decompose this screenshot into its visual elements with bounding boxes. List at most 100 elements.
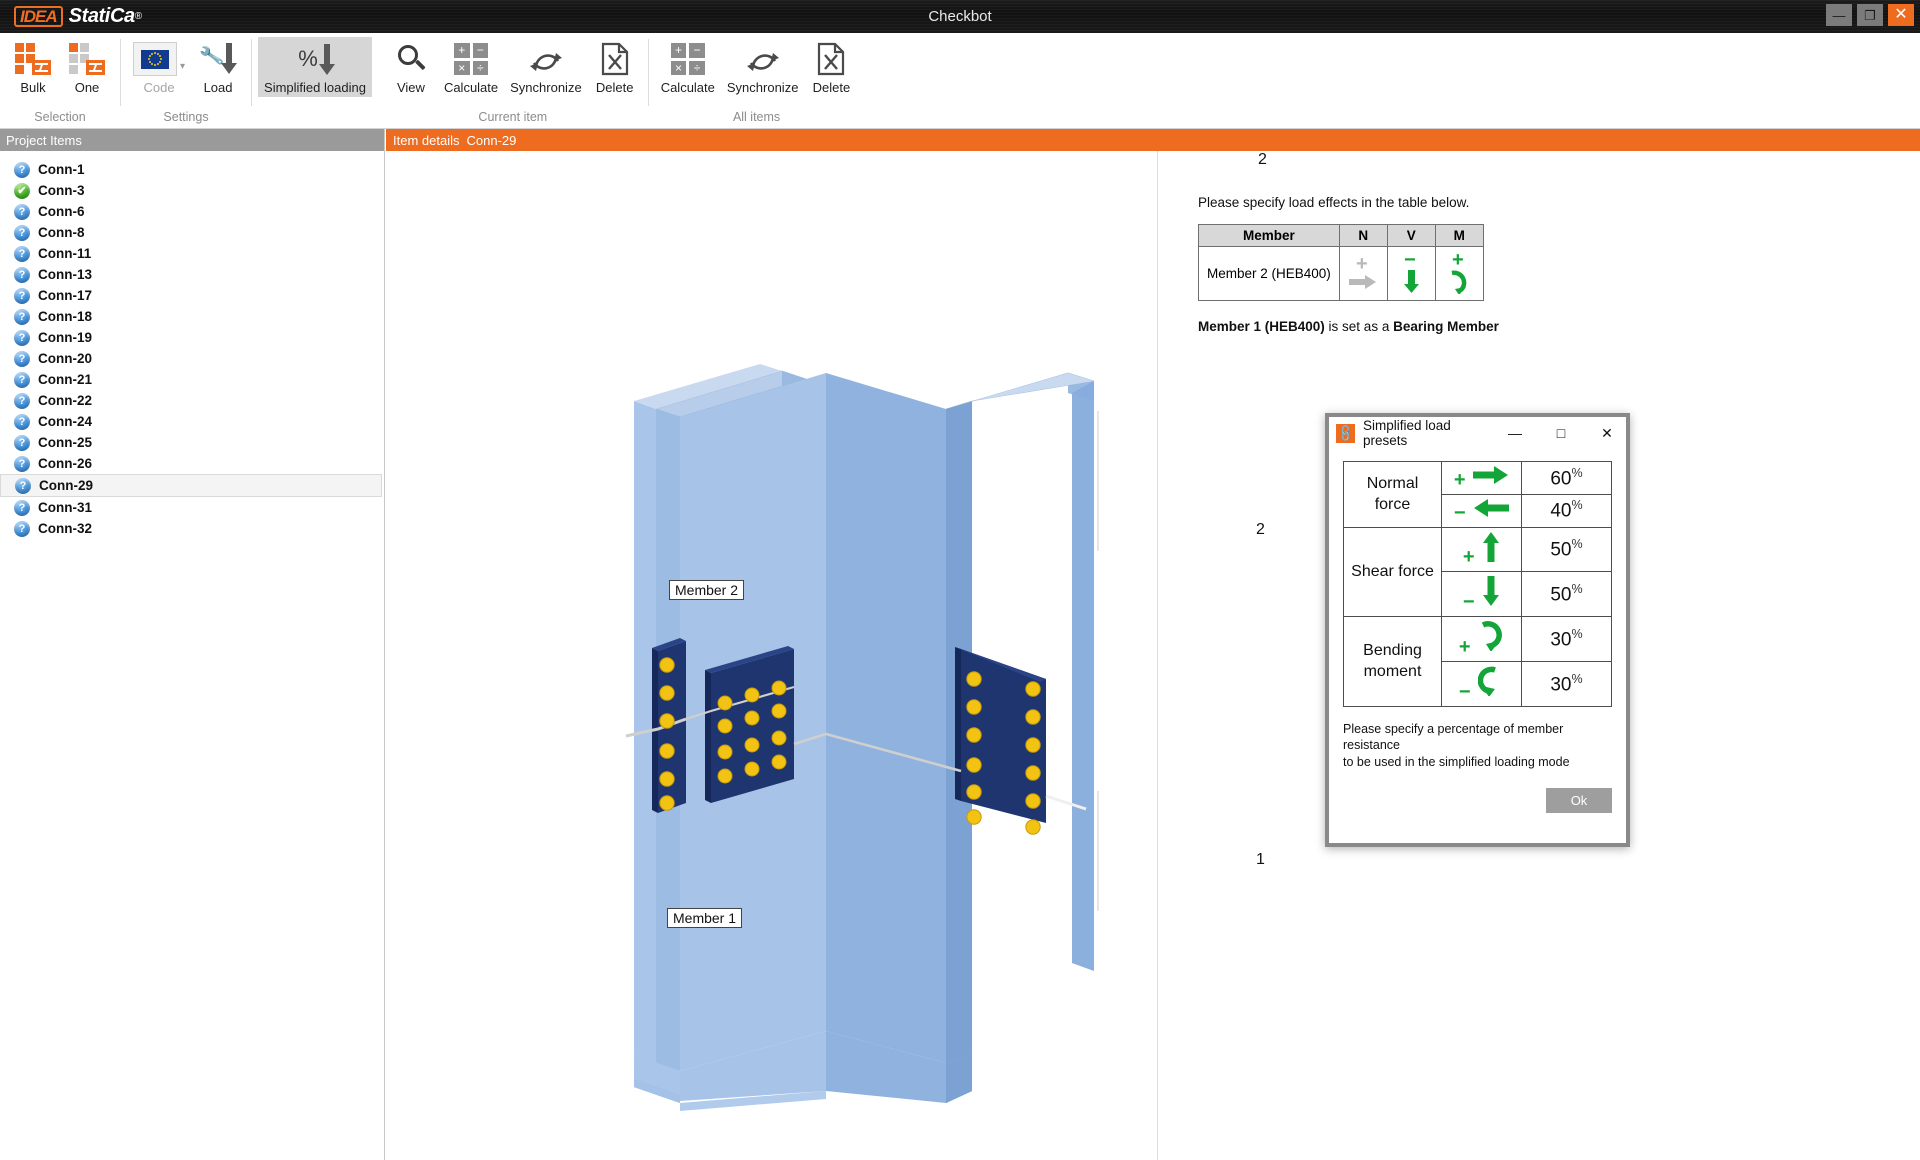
status-unknown-icon: ? [14,225,30,241]
sidebar-item-conn-25[interactable]: ?Conn-25 [0,432,382,453]
v-sign: − [1404,249,1416,271]
synchronize-current-button[interactable]: Synchronize [504,37,588,97]
cell-v[interactable]: − [1387,247,1435,301]
ribbon-toolbar: Bulk One Selection [0,33,1920,129]
preset-icon-normal-plus[interactable]: + [1442,462,1522,495]
sidebar-item-conn-32[interactable]: ?Conn-32 [0,518,382,539]
sidebar-item-conn-19[interactable]: ?Conn-19 [0,327,382,348]
bearing-note-mid: is set as a [1325,319,1393,334]
project-items-tree[interactable]: ?Conn-1✔Conn-3?Conn-6?Conn-8?Conn-11?Con… [0,151,384,539]
bulk-label: Bulk [20,80,45,95]
sidebar-item-conn-18[interactable]: ?Conn-18 [0,306,382,327]
sidebar-item-conn-20[interactable]: ?Conn-20 [0,348,382,369]
percent-unit: % [1572,537,1583,551]
preset-value-moment-minus[interactable]: 30% [1522,661,1612,706]
dialog-minimize-button[interactable]: — [1496,417,1534,449]
view-button[interactable]: View [384,37,438,97]
sidebar-item-conn-3[interactable]: ✔Conn-3 [0,180,382,201]
synchronize-all-label: Synchronize [727,80,799,95]
sidebar-item-conn-17[interactable]: ?Conn-17 [0,285,382,306]
synchronize-current-label: Synchronize [510,80,582,95]
m-sign: + [1452,249,1464,271]
table-row: Member 2 (HEB400) + − [1199,247,1484,301]
preset-value-shear-plus[interactable]: 50% [1522,527,1612,572]
chevron-down-icon[interactable]: ▾ [180,61,185,72]
sidebar-item-conn-22[interactable]: ?Conn-22 [0,390,382,411]
calculate-all-button[interactable]: + − × ÷ Calculate [655,37,721,97]
percent-arrow-icon: % [292,41,338,77]
load-effects-table: Member N V M Member 2 (HEB400) + [1198,224,1484,301]
sidebar-item-conn-29[interactable]: ?Conn-29 [0,474,382,497]
calc-divide: ÷ [473,61,489,76]
sidebar-item-conn-1[interactable]: ?Conn-1 [0,159,382,180]
delete-current-button[interactable]: Delete [588,37,642,97]
dialog-close-button[interactable]: ✕ [1588,417,1626,449]
preset-label-bending-moment: Bending moment [1344,617,1442,707]
arrow-right-icon [1473,466,1509,484]
cell-n[interactable]: + [1339,247,1387,301]
simplified-loading-button[interactable]: % Simplified loading [258,37,372,97]
preset-value-normal-minus[interactable]: 40% [1522,494,1612,527]
load-presets-table: Normal force + 60% − [1343,461,1612,707]
value-text: 30 [1550,629,1571,650]
sidebar-item-conn-26[interactable]: ?Conn-26 [0,453,382,474]
sidebar-item-label: Conn-21 [38,372,92,387]
close-button[interactable]: ✕ [1888,4,1914,26]
calculate-current-button[interactable]: + − × ÷ Calculate [438,37,504,97]
status-unknown-icon: ? [14,204,30,220]
moment-cw-icon [1478,621,1504,651]
sidebar-item-conn-31[interactable]: ?Conn-31 [0,497,382,518]
ribbon-group-settings: ▾ Code 🔧 Load Settings [121,33,251,128]
eu-star [160,58,163,61]
status-unknown-icon: ? [14,267,30,283]
preset-value-normal-plus[interactable]: 60% [1522,462,1612,495]
sidebar-item-label: Conn-29 [39,478,93,493]
ribbon-group-selection: Bulk One Selection [0,33,120,128]
bulk-button[interactable]: Bulk [6,37,60,97]
sign-minus: − [1459,681,1471,703]
dialog-note: Please specify a percentage of member re… [1343,721,1612,772]
dialog-maximize-button[interactable]: □ [1542,417,1580,449]
preset-icon-moment-plus[interactable]: + [1442,617,1522,662]
preset-icon-shear-minus[interactable]: − [1442,572,1522,617]
sidebar-item-conn-11[interactable]: ?Conn-11 [0,243,382,264]
preset-icon-shear-plus[interactable]: + [1442,527,1522,572]
one-button[interactable]: One [60,37,114,97]
eu-star [159,55,162,58]
one-label: One [75,80,100,95]
cell-m[interactable]: + [1435,247,1483,301]
delete-all-button[interactable]: Delete [804,37,858,97]
sidebar-item-conn-13[interactable]: ?Conn-13 [0,264,382,285]
percent-unit: % [1572,582,1583,596]
sidebar-item-conn-8[interactable]: ?Conn-8 [0,222,382,243]
status-unknown-icon: ? [14,330,30,346]
n-sign: + [1356,253,1368,275]
sidebar-item-conn-24[interactable]: ?Conn-24 [0,411,382,432]
ok-button[interactable]: Ok [1546,788,1612,813]
sign-plus: + [1454,469,1466,491]
code-button[interactable]: ▾ Code [127,37,191,97]
load-button[interactable]: 🔧 Load [191,37,245,97]
preset-row-moment-plus: Bending moment + 30% [1344,617,1612,662]
value-text: 30 [1550,674,1571,695]
sidebar-item-conn-21[interactable]: ?Conn-21 [0,369,382,390]
arrow-down-icon [1403,270,1420,294]
preset-icon-normal-minus[interactable]: − [1442,494,1522,527]
sidebar-item-label: Conn-11 [38,246,91,261]
eu-star [149,55,152,58]
col-n: N [1339,225,1387,247]
eu-star [154,64,157,67]
preset-icon-moment-minus[interactable]: − [1442,661,1522,706]
sidebar-item-conn-6[interactable]: ?Conn-6 [0,201,382,222]
calc-plus: + [454,43,470,58]
model-3d-view[interactable]: 2 Member 2 Member 1 2 1 [386,151,1158,1160]
preset-value-moment-plus[interactable]: 30% [1522,617,1612,662]
minimize-button[interactable]: — [1826,4,1852,26]
delete-current-label: Delete [596,80,634,95]
preset-value-shear-minus[interactable]: 50% [1522,572,1612,617]
synchronize-all-button[interactable]: Synchronize [721,37,805,97]
ribbon-group-label-simplified [258,108,372,128]
sign-plus: + [1459,636,1471,658]
value-text: 50 [1550,584,1571,605]
restore-button[interactable]: ❐ [1857,4,1883,26]
